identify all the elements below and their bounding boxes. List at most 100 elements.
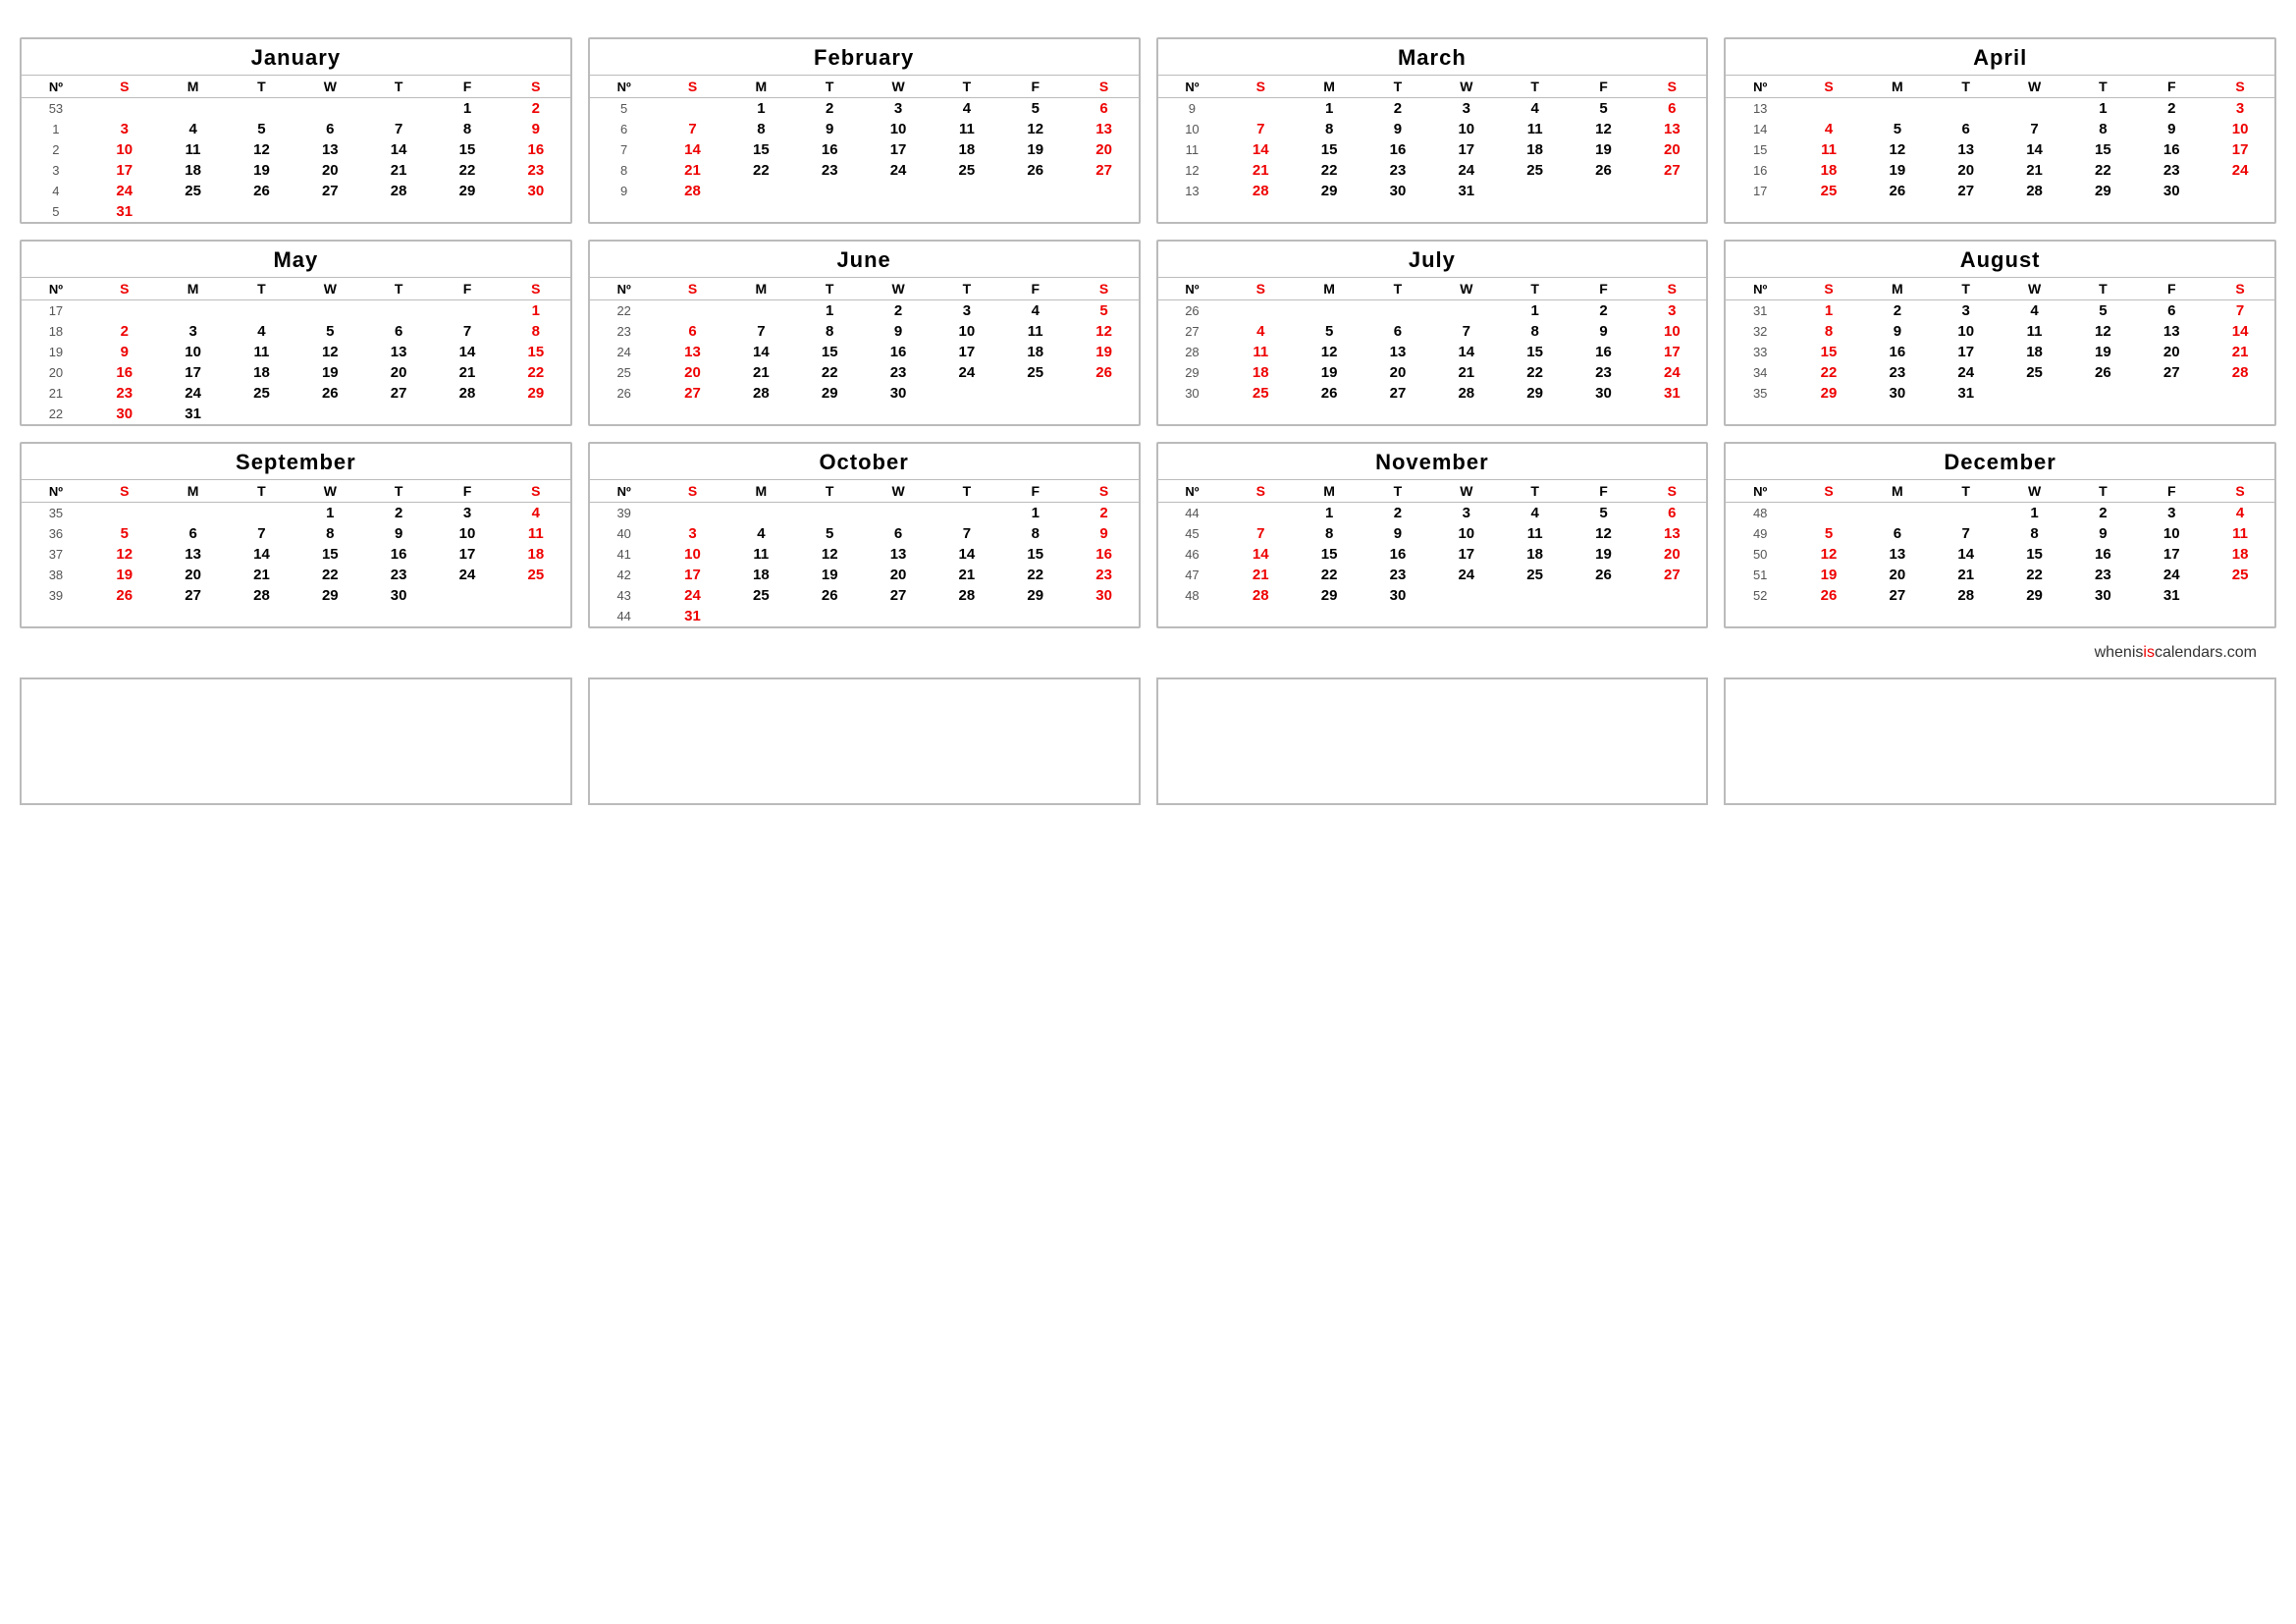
day-cell: 2 (1863, 300, 1932, 322)
day-cell: 21 (659, 160, 727, 181)
day-cell: 8 (1501, 321, 1570, 342)
day-cell: 14 (1432, 342, 1501, 362)
col-header-day-4: W (2001, 480, 2069, 503)
day-cell: 29 (1001, 585, 1070, 606)
week-row: 13456789 (22, 119, 570, 139)
day-cell: 11 (1794, 139, 1863, 160)
col-header-sun: S (1226, 76, 1295, 98)
day-cell: 6 (864, 523, 933, 544)
month-title-november: November (1158, 444, 1707, 479)
week-row: 1078910111213 (1158, 119, 1707, 139)
day-cell (2206, 181, 2274, 201)
day-cell (1570, 585, 1638, 606)
col-header-week: Nº (1726, 76, 1794, 98)
day-cell: 4 (1501, 503, 1570, 524)
day-cell: 18 (726, 565, 795, 585)
day-cell: 12 (1070, 321, 1139, 342)
day-cell: 7 (2001, 119, 2069, 139)
day-cell: 31 (90, 201, 159, 222)
week-row: 13123 (1726, 98, 2274, 120)
day-cell: 13 (1863, 544, 1932, 565)
week-row: 3819202122232425 (22, 565, 570, 585)
week-number: 1 (22, 119, 90, 139)
day-cell (228, 201, 296, 222)
day-cell: 17 (1432, 139, 1501, 160)
month-block-may: MayNºSMTWTFS1711823456781991011121314152… (20, 240, 572, 426)
week-number: 52 (1726, 585, 1794, 606)
col-header-sat: S (1637, 278, 1706, 300)
day-cell: 24 (1432, 160, 1501, 181)
day-cell: 20 (159, 565, 228, 585)
col-header-day-4: W (295, 278, 364, 300)
col-header-day-6: F (1001, 76, 1070, 98)
col-header-sun: S (659, 278, 727, 300)
day-cell: 21 (1226, 565, 1295, 585)
col-header-day-2: M (1863, 76, 1932, 98)
day-cell: 3 (1932, 300, 2001, 322)
week-number: 45 (1158, 523, 1227, 544)
day-cell (295, 404, 364, 424)
month-table-november: NºSMTWTFS4412345645789101112134614151617… (1158, 479, 1707, 606)
day-cell: 12 (295, 342, 364, 362)
day-cell: 5 (295, 321, 364, 342)
day-cell: 17 (2137, 544, 2206, 565)
day-cell: 6 (1637, 503, 1706, 524)
week-number: 22 (22, 404, 90, 424)
day-cell: 11 (2001, 321, 2069, 342)
day-cell: 15 (1794, 342, 1863, 362)
day-cell: 23 (502, 160, 570, 181)
day-cell: 16 (364, 544, 433, 565)
week-row: 210111213141516 (22, 139, 570, 160)
day-cell: 6 (1637, 98, 1706, 120)
footer-suffix: calendars.com (2155, 644, 2257, 661)
bottom-box-2 (588, 677, 1141, 805)
week-number: 28 (1158, 342, 1227, 362)
day-cell: 10 (659, 544, 727, 565)
col-header-day-6: F (433, 76, 502, 98)
week-number: 5 (590, 98, 659, 120)
col-header-day-4: W (2001, 278, 2069, 300)
week-row: 4217181920212223 (590, 565, 1139, 585)
day-cell: 2 (2068, 503, 2137, 524)
week-row: 1328293031 (1158, 181, 1707, 201)
day-cell: 11 (2206, 523, 2274, 544)
day-cell: 12 (90, 544, 159, 565)
day-cell: 13 (159, 544, 228, 565)
week-row: 26123 (1158, 300, 1707, 322)
day-cell (159, 300, 228, 322)
day-cell: 4 (1001, 300, 1070, 322)
day-cell (1363, 300, 1432, 322)
week-number: 19 (22, 342, 90, 362)
day-cell (1637, 585, 1706, 606)
week-number: 46 (1158, 544, 1227, 565)
col-header-day-5: T (364, 278, 433, 300)
day-cell (502, 585, 570, 606)
col-header-day-3: T (228, 480, 296, 503)
day-cell: 12 (1794, 544, 1863, 565)
col-header-week: Nº (1158, 76, 1227, 98)
col-header-day-2: M (726, 480, 795, 503)
week-row: 182345678 (22, 321, 570, 342)
day-cell (1226, 300, 1295, 322)
col-header-day-3: T (1932, 76, 2001, 98)
day-cell: 6 (1363, 321, 1432, 342)
day-cell: 10 (2137, 523, 2206, 544)
month-title-march: March (1158, 39, 1707, 75)
day-cell: 8 (795, 321, 864, 342)
day-cell: 5 (228, 119, 296, 139)
month-table-february: NºSMTWTFS5123456678910111213714151617181… (590, 75, 1139, 201)
month-title-july: July (1158, 242, 1707, 277)
day-cell: 18 (228, 362, 296, 383)
col-header-sat: S (1637, 480, 1706, 503)
day-cell: 19 (2068, 342, 2137, 362)
day-cell: 31 (159, 404, 228, 424)
week-number: 11 (1158, 139, 1227, 160)
col-header-week: Nº (590, 480, 659, 503)
day-cell: 11 (1501, 119, 1570, 139)
week-number: 51 (1726, 565, 1794, 585)
week-number: 41 (590, 544, 659, 565)
col-header-sat: S (502, 76, 570, 98)
col-header-sat: S (502, 278, 570, 300)
week-row: 5119202122232425 (1726, 565, 2274, 585)
day-cell: 16 (1363, 544, 1432, 565)
